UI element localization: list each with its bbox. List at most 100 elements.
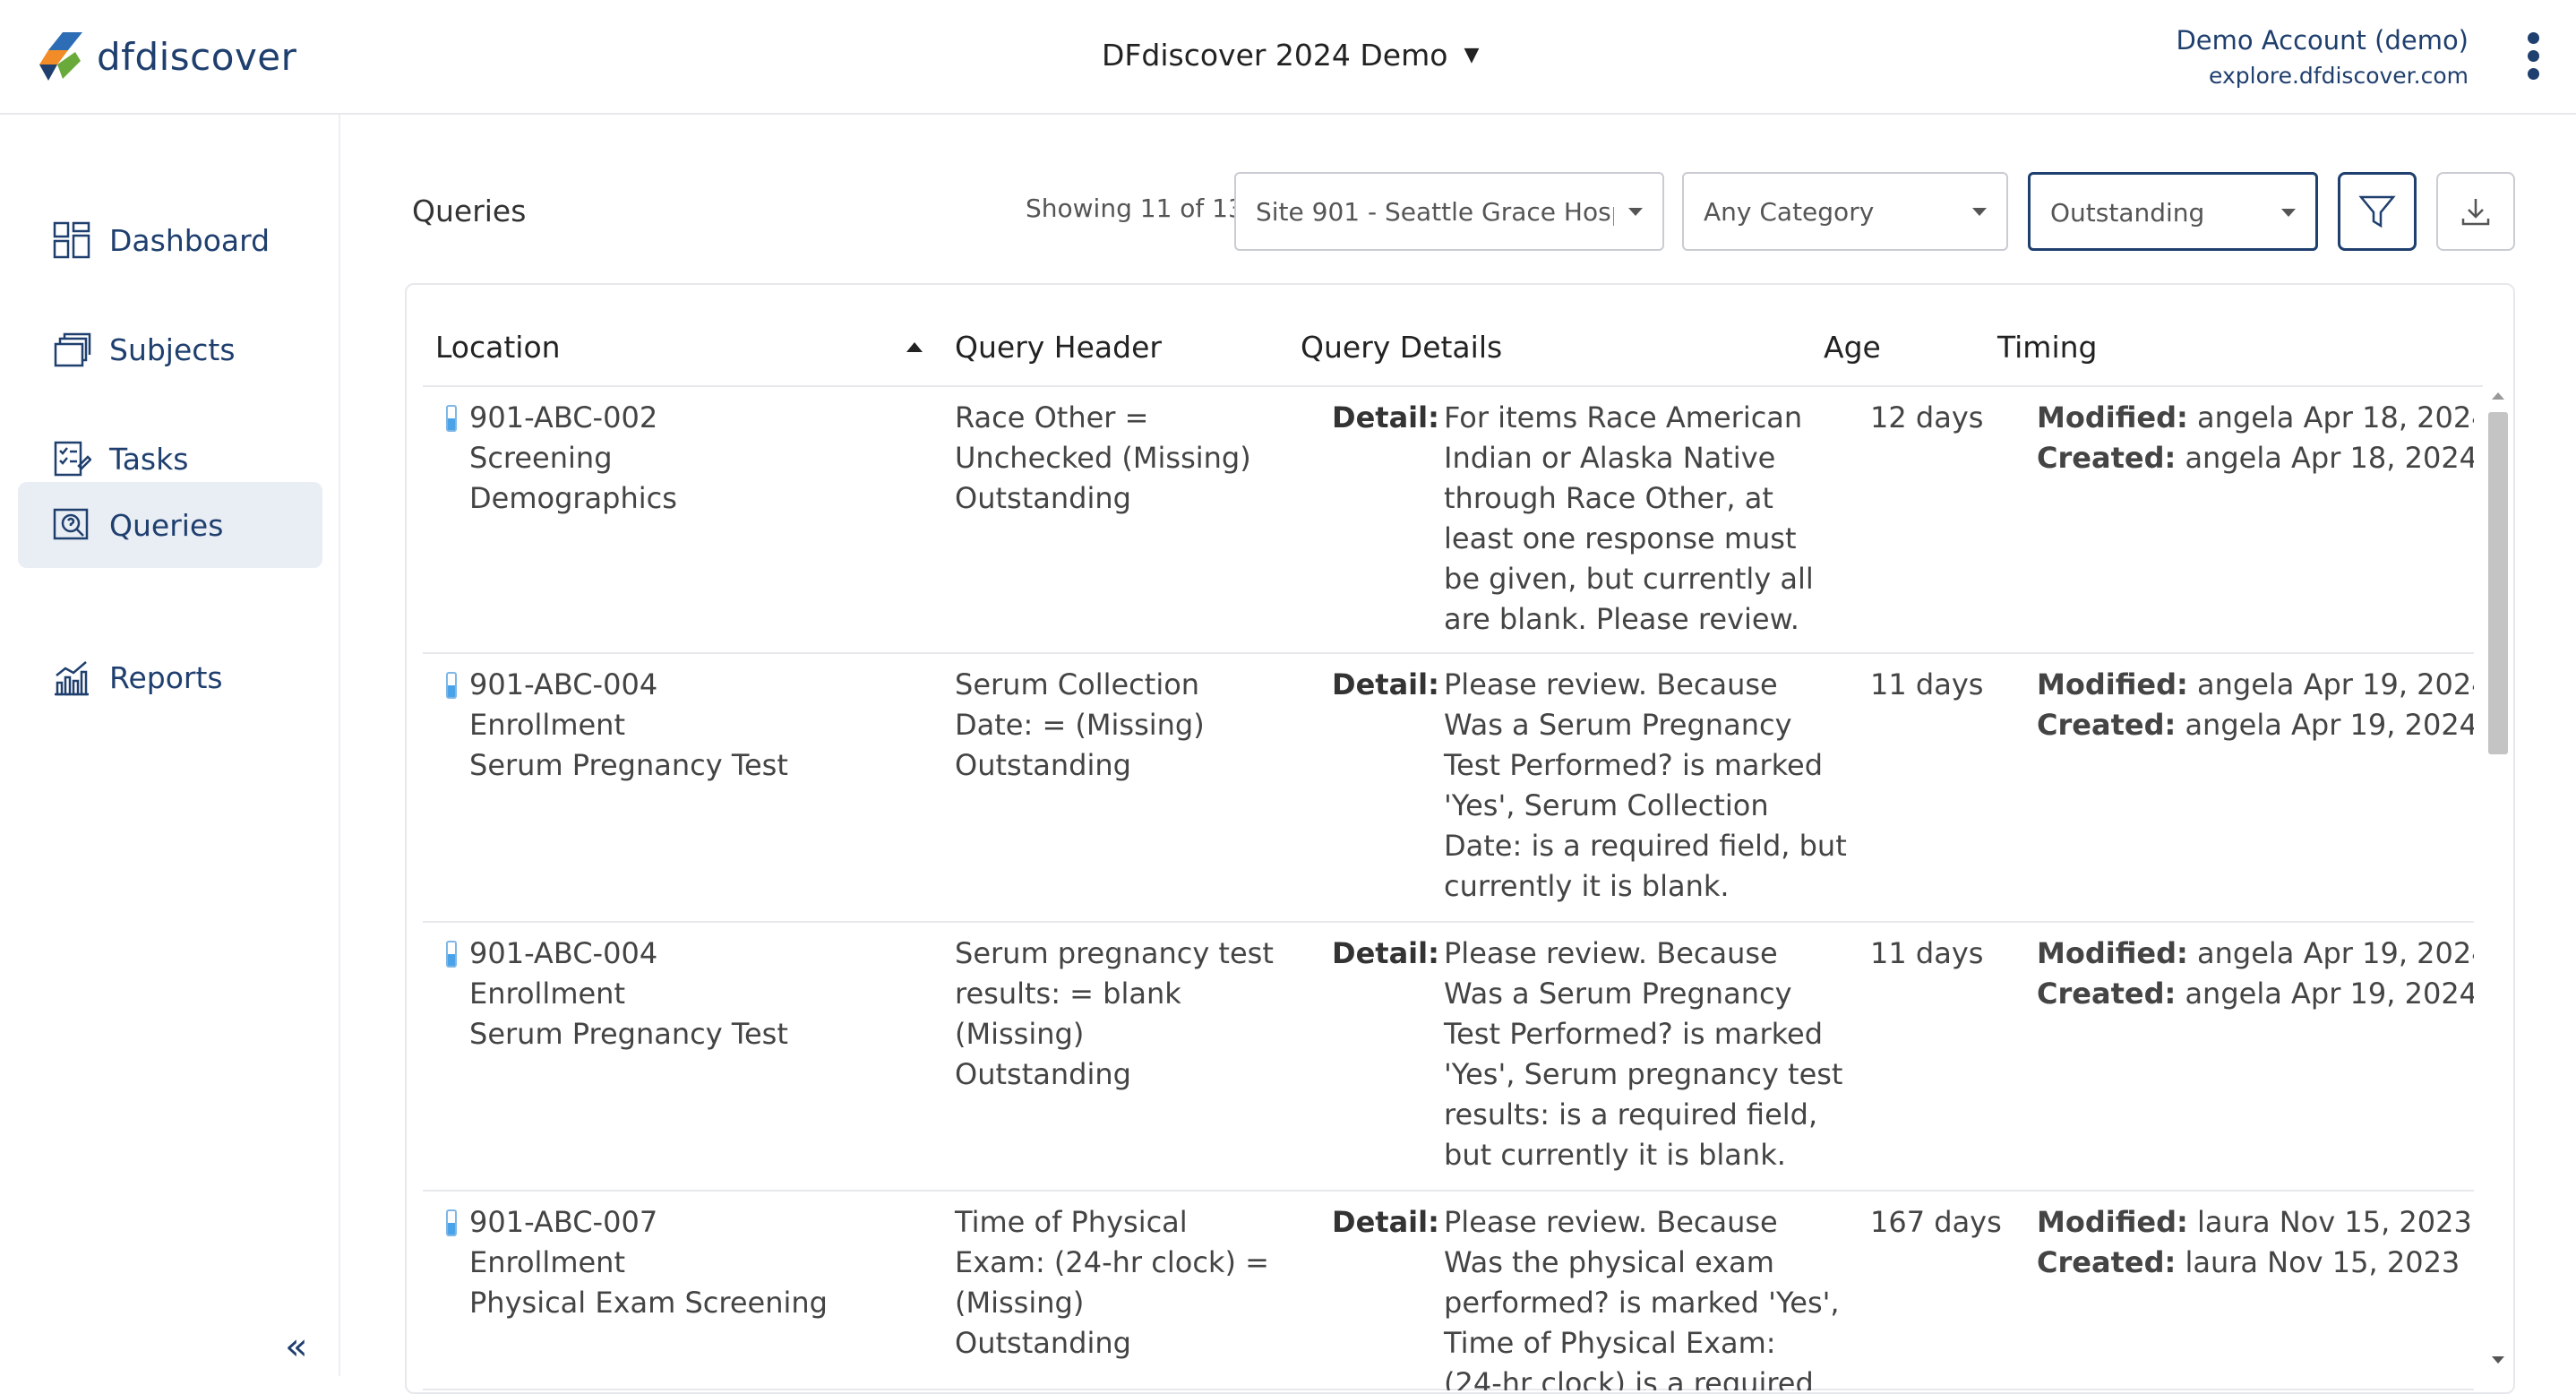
sidebar-item-label: Subjects: [109, 331, 236, 367]
status-filter-select[interactable]: Outstanding: [2028, 172, 2318, 251]
location-cell: 901-ABC-002 Screening Demographics: [469, 398, 935, 519]
sidebar-item-subjects[interactable]: Subjects: [18, 306, 322, 392]
query-detail-line: Test Performed? is marked: [1444, 748, 1824, 782]
modified-label: Modified:: [2037, 936, 2188, 970]
query-header-line: Outstanding: [955, 481, 1131, 515]
detail-label: Detail:: [1332, 400, 1439, 435]
column-header-timing[interactable]: Timing: [1997, 330, 2098, 365]
queries-icon: [53, 508, 89, 540]
timing-cell: Modified: angela Apr 19, 2024 Created: an…: [2037, 934, 2474, 1014]
location-icon: [446, 405, 457, 432]
modified-line: Modified: angela Apr 19, 2024: [2037, 665, 2474, 705]
location-cell: 901-ABC-004 Enrollment Serum Pregnancy Tes…: [469, 665, 935, 786]
logo-text: dfdiscover: [97, 34, 297, 79]
age-cell: 11 days: [1870, 936, 1984, 970]
created-label: Created:: [2037, 977, 2177, 1011]
query-header-line: Outstanding: [955, 1326, 1131, 1360]
download-button[interactable]: [2436, 172, 2515, 251]
query-detail-line: (24-hr clock) is a required: [1444, 1366, 1814, 1390]
query-header-line: Outstanding: [955, 1057, 1131, 1091]
query-detail-cell: Please review. Because Was a Serum Pregna…: [1444, 665, 1856, 907]
timing-cell: Modified: laura Nov 15, 2023 Created: lau…: [2037, 1202, 2474, 1283]
created-line: Created: angela Apr 19, 2024: [2037, 705, 2474, 745]
timing-cell: Modified: angela Apr 19, 2024 Created: an…: [2037, 665, 2474, 745]
logo[interactable]: dfdiscover: [36, 30, 296, 82]
query-detail-line: Please review. Because: [1444, 936, 1778, 970]
collapse-sidebar-icon[interactable]: «: [285, 1324, 308, 1368]
column-header-location[interactable]: Location: [435, 330, 561, 365]
queries-table-panel: Location Query Header Query Details Age …: [405, 283, 2515, 1394]
created-line: Created: angela Apr 19, 2024: [2037, 974, 2474, 1014]
modified-line: Modified: laura Nov 15, 2023: [2037, 1202, 2474, 1243]
age-cell: 12 days: [1870, 400, 1984, 435]
query-header-line: Outstanding: [955, 748, 1131, 782]
query-detail-line: 'Yes', Serum Collection: [1444, 788, 1769, 822]
table-row[interactable]: 901-ABC-002 Screening Demographics Race Oth…: [423, 387, 2474, 654]
query-header-line: Exam: (24-hr clock) =: [955, 1245, 1269, 1279]
sidebar-item-label: Tasks: [109, 441, 189, 477]
modified-value: angela Apr 19, 2024: [2197, 936, 2474, 970]
query-header-line: (Missing): [955, 1017, 1085, 1051]
scroll-down-arrow-icon[interactable]: [2492, 1356, 2504, 1364]
account-info[interactable]: Demo Account (demo) explore.dfdiscover.c…: [2176, 25, 2469, 89]
dropdown-arrow-icon: [1628, 208, 1643, 216]
sidebar-item-label: Reports: [109, 659, 223, 695]
created-value: angela Apr 19, 2024: [2185, 708, 2474, 742]
created-line: Created: angela Apr 18, 2024: [2037, 438, 2474, 478]
visit-name: Enrollment: [469, 977, 625, 1011]
visit-name: Screening: [469, 441, 613, 475]
query-detail-line: Was a Serum Pregnancy: [1444, 708, 1792, 742]
column-header-age[interactable]: Age: [1824, 330, 1881, 365]
site-filter-select[interactable]: Site 901 - Seattle Grace Hosp: [1234, 172, 1664, 251]
query-header-cell: Serum pregnancy test results: = blank (Mis…: [955, 934, 1295, 1095]
sidebar-item-reports[interactable]: Reports: [18, 634, 322, 720]
query-header-cell: Race Other = Unchecked (Missing) Outstandi…: [955, 398, 1295, 519]
query-detail-line: least one response must: [1444, 521, 1797, 555]
form-name: Serum Pregnancy Test: [469, 1017, 788, 1051]
sort-ascending-icon[interactable]: [906, 342, 923, 352]
table-scrollbar[interactable]: [2485, 385, 2510, 1376]
created-value: angela Apr 18, 2024: [2185, 441, 2474, 475]
location-icon: [446, 672, 457, 699]
query-detail-line: through Race Other, at: [1444, 481, 1773, 515]
modified-value: laura Nov 15, 2023: [2197, 1205, 2472, 1239]
query-detail-line: but currently it is blank.: [1444, 1138, 1786, 1172]
modified-value: angela Apr 19, 2024: [2197, 667, 2474, 701]
visit-name: Enrollment: [469, 1245, 625, 1279]
query-detail-line: Time of Physical Exam:: [1444, 1326, 1776, 1360]
timing-cell: Modified: angela Apr 18, 2024 Created: an…: [2037, 398, 2474, 478]
query-detail-line: performed? is marked 'Yes',: [1444, 1286, 1840, 1320]
column-header-query-header[interactable]: Query Header: [955, 330, 1162, 365]
detail-label: Detail:: [1332, 667, 1439, 701]
location-icon: [446, 941, 457, 968]
query-detail-cell: Please review. Because Was the physical e…: [1444, 1202, 1856, 1390]
query-header-cell: Serum Collection Date: = (Missing) Outstan…: [955, 665, 1295, 786]
created-label: Created:: [2037, 441, 2177, 475]
filter-button[interactable]: [2338, 172, 2417, 251]
subject-id: 901-ABC-007: [469, 1205, 658, 1239]
more-menu-icon[interactable]: [2522, 32, 2544, 86]
scrollbar-thumb[interactable]: [2488, 412, 2508, 754]
page-title: Queries: [412, 194, 527, 228]
table-header: Location Query Header Query Details Age …: [423, 285, 2483, 387]
top-bar: dfdiscover DFdiscover 2024 Demo ▼ Demo A…: [0, 0, 2576, 115]
query-detail-line: Test Performed? is marked: [1444, 1017, 1824, 1051]
query-header-line: Serum Collection: [955, 667, 1200, 701]
column-header-query-details[interactable]: Query Details: [1301, 330, 1502, 365]
sidebar: Dashboard Subjects Tasks Queries Reports…: [0, 115, 340, 1376]
created-value: angela Apr 19, 2024: [2185, 977, 2474, 1011]
sidebar-item-dashboard[interactable]: Dashboard: [18, 197, 322, 283]
query-detail-line: Was a Serum Pregnancy: [1444, 977, 1792, 1011]
download-icon: [2461, 199, 2490, 226]
category-filter-select[interactable]: Any Category: [1682, 172, 2008, 251]
table-row[interactable]: 901-ABC-004 Enrollment Serum Pregnancy Tes…: [423, 923, 2474, 1192]
modified-label: Modified:: [2037, 667, 2188, 701]
study-selector[interactable]: DFdiscover 2024 Demo ▼: [1102, 38, 1479, 73]
dropdown-arrow-icon: [1972, 208, 1987, 216]
table-row[interactable]: 901-ABC-007 Enrollment Physical Exam Scree…: [423, 1192, 2474, 1390]
sidebar-item-queries[interactable]: Queries: [18, 482, 322, 568]
scroll-up-arrow-icon[interactable]: [2492, 392, 2504, 400]
site-filter-value: Site 901 - Seattle Grace Hosp: [1256, 197, 1614, 227]
location-icon: [446, 1209, 457, 1236]
table-row[interactable]: 901-ABC-004 Enrollment Serum Pregnancy Tes…: [423, 654, 2474, 923]
